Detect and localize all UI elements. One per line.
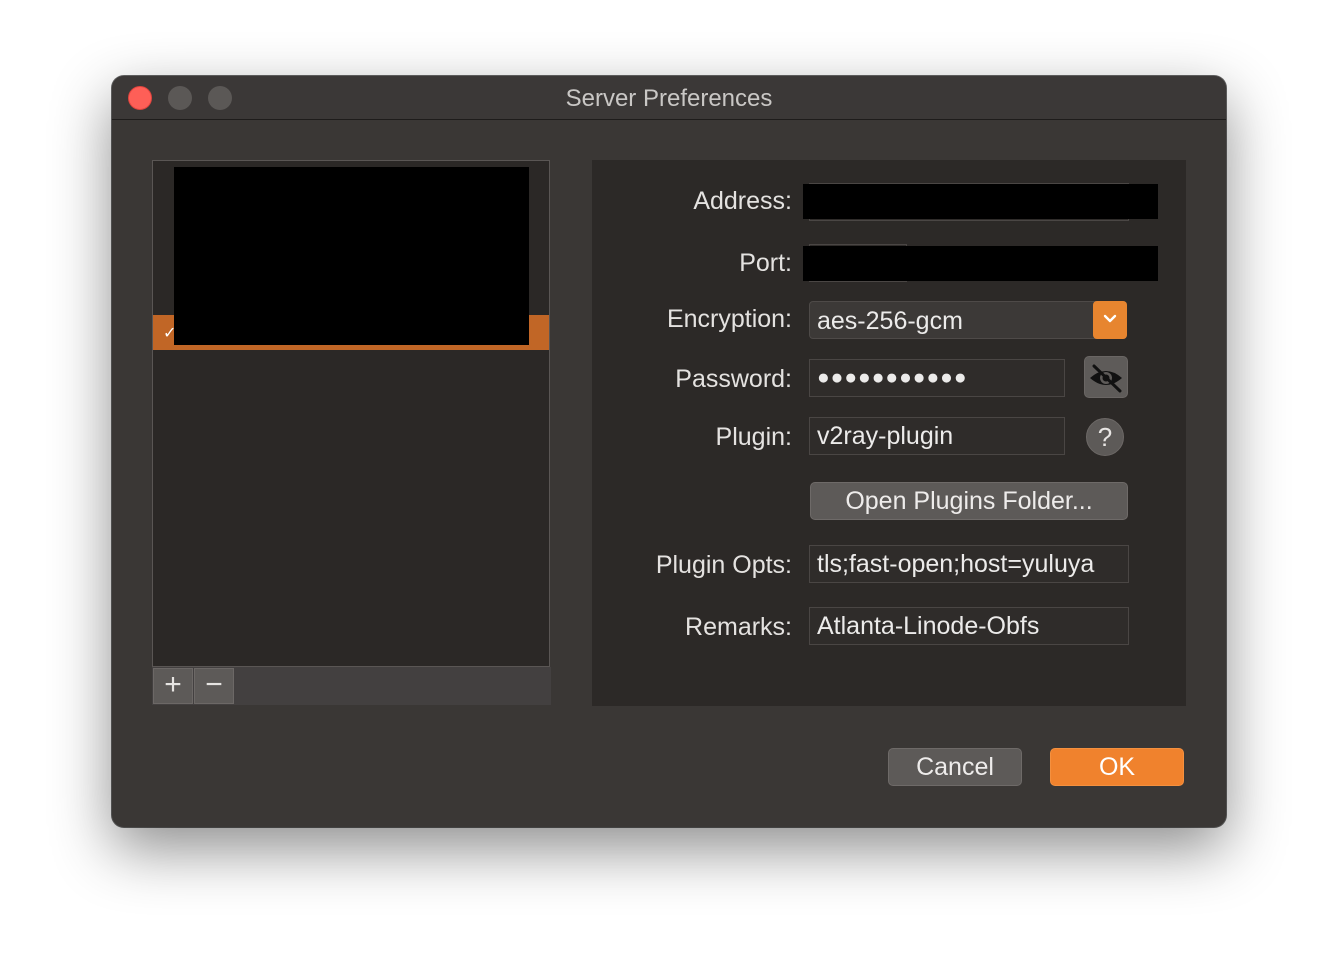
password-label: Password:	[675, 365, 792, 393]
cancel-button[interactable]: Cancel	[888, 748, 1022, 786]
redacted-address	[803, 184, 1158, 219]
eye-slash-icon	[1090, 364, 1122, 393]
remove-server-button[interactable]: −	[194, 668, 234, 704]
open-plugins-folder-button[interactable]: Open Plugins Folder...	[810, 482, 1128, 520]
title-bar: Server Preferences	[112, 76, 1226, 120]
server-preferences-window: Server Preferences ✓ + − Address: Port: …	[112, 76, 1226, 827]
remarks-label: Remarks:	[685, 613, 792, 641]
window-title: Server Preferences	[565, 85, 773, 112]
chevron-down-icon	[1093, 301, 1127, 339]
toggle-password-visibility-button[interactable]	[1084, 356, 1128, 398]
list-footer: + −	[152, 667, 551, 705]
address-label: Address:	[693, 187, 792, 215]
encryption-label: Encryption:	[666, 305, 792, 333]
plugin-opts-field[interactable]: tls;fast-open;host=yuluya	[809, 545, 1129, 583]
password-field[interactable]: ●●●●●●●●●●●	[809, 359, 1065, 397]
redacted-server-names	[174, 167, 529, 345]
server-list[interactable]: ✓	[152, 160, 550, 667]
add-server-button[interactable]: +	[153, 668, 193, 704]
plugin-opts-label: Plugin Opts:	[655, 551, 792, 579]
help-icon[interactable]: ?	[1086, 418, 1124, 456]
encryption-select[interactable]: aes-256-gcm	[809, 301, 1127, 339]
remarks-field[interactable]: Atlanta-Linode-Obfs	[809, 607, 1129, 645]
plugin-label: Plugin:	[715, 423, 792, 451]
port-label: Port:	[739, 249, 792, 277]
ok-button[interactable]: OK	[1050, 748, 1184, 786]
server-form: Address: Port: Encryption: aes-256-gcm P…	[592, 160, 1186, 706]
encryption-value: aes-256-gcm	[817, 307, 963, 335]
redacted-port	[803, 246, 1158, 281]
plugin-field[interactable]: v2ray-plugin	[809, 417, 1065, 455]
